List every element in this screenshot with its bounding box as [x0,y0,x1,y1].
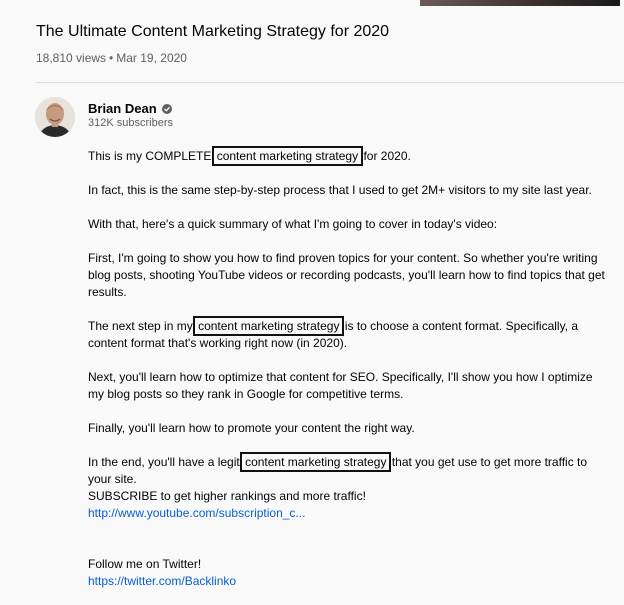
divider [36,82,624,83]
channel-avatar[interactable] [35,97,75,137]
channel-name-text: Brian Dean [88,101,157,116]
description-paragraph: In fact, this is the same step-by-step p… [88,183,592,197]
description-paragraph: Finally, you'll learn how to promote you… [88,421,415,435]
subscribe-link[interactable]: http://www.youtube.com/subscription_c... [88,506,305,520]
subscriber-count: 312K subscribers [88,117,173,129]
meta-separator: • [109,51,114,65]
description-text: In the end, you'll have a legit [88,455,240,469]
description-paragraph: This is my COMPLETE content marketing st… [88,146,608,166]
subscribe-text: SUBSCRIBE to get higher rankings and mor… [88,489,366,503]
twitter-link-line: https://twitter.com/Backlinko [88,573,608,590]
highlighted-phrase: content marketing strategy [240,452,392,472]
view-count: 18,810 views [36,51,107,65]
description-paragraph: With that, here's a quick summary of wha… [88,217,498,231]
description-text: The next step in my [88,319,193,333]
highlighted-phrase: content marketing strategy [211,146,364,166]
description-paragraph: First, I'm going to show you how to find… [88,251,605,299]
description-paragraph: The next step in my content marketing st… [88,316,608,352]
video-player-edge [420,0,620,6]
video-description: This is my COMPLETE content marketing st… [88,146,608,590]
description-text: for 2020. [363,149,411,163]
publish-date: Mar 19, 2020 [116,51,187,65]
twitter-text: Follow me on Twitter! [88,557,202,571]
video-watch-page: The Ultimate Content Marketing Strategy … [0,0,624,605]
avatar-image [35,97,75,137]
channel-name[interactable]: Brian Dean [88,101,172,116]
video-title: The Ultimate Content Marketing Strategy … [36,23,390,40]
subscribe-link-line: http://www.youtube.com/subscription_c... [88,505,608,522]
description-text: This is my COMPLETE [88,149,212,163]
description-paragraph: Next, you'll learn how to optimize that … [88,370,593,401]
verified-check-icon [161,103,172,114]
twitter-link[interactable]: https://twitter.com/Backlinko [88,574,236,588]
video-meta: 18,810 views • Mar 19, 2020 [36,51,187,65]
highlighted-phrase: content marketing strategy [193,316,345,336]
description-paragraph: In the end, you'll have a legit content … [88,452,608,488]
